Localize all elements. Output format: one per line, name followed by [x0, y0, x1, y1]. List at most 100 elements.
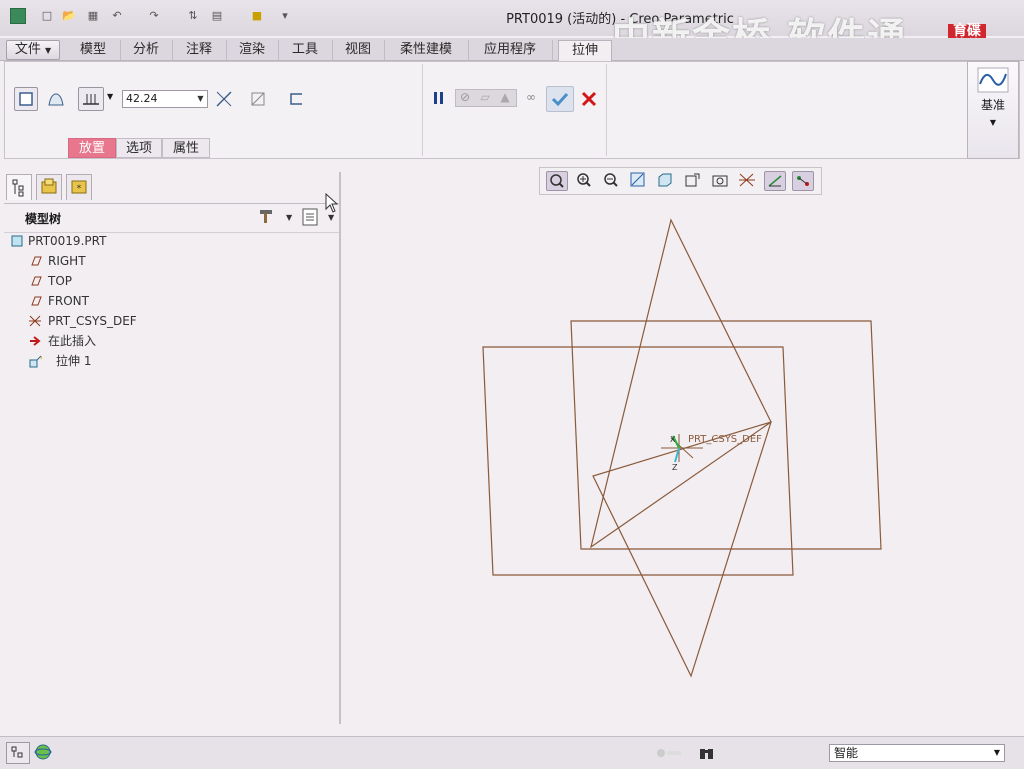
- zoom-in-button[interactable]: [574, 171, 596, 191]
- tree-item-right[interactable]: RIGHT: [28, 251, 86, 271]
- depth-option-button[interactable]: [78, 87, 104, 111]
- svg-text:*: *: [40, 355, 42, 363]
- remove-material-button[interactable]: [246, 87, 270, 111]
- chevron-down-icon[interactable]: ▼: [990, 745, 1004, 761]
- surface-icon: [48, 93, 64, 106]
- open-icon[interactable]: 📂: [60, 8, 78, 26]
- chevron-down-icon: ▼: [989, 118, 997, 127]
- extrude-feature-icon: *: [29, 355, 42, 368]
- new-icon[interactable]: □: [38, 8, 56, 26]
- tab-model[interactable]: 模型: [66, 40, 121, 60]
- repaint-button[interactable]: [628, 171, 650, 191]
- tree-item-csys[interactable]: PRT_CSYS_DEF: [28, 311, 137, 331]
- pause-button[interactable]: [432, 90, 446, 106]
- toggle-browser-button[interactable]: [32, 742, 56, 764]
- tree-item-label: PRT_CSYS_DEF: [48, 314, 137, 328]
- sub-tab-placement[interactable]: 放置: [68, 138, 116, 158]
- pause-icon: [434, 92, 443, 104]
- repaint-icon: [630, 172, 645, 187]
- sketch-display-button[interactable]: [764, 171, 786, 191]
- flip-direction-button[interactable]: [212, 87, 236, 111]
- chevron-down-icon[interactable]: ▼: [107, 92, 113, 101]
- datum-display-icon: [739, 173, 755, 187]
- spin-center-icon: [797, 176, 809, 186]
- datum-curve-icon: [977, 67, 1009, 93]
- csys-label: PRT_CSYS_DEF: [688, 434, 762, 445]
- sub-tab-properties[interactable]: 属性: [162, 138, 210, 158]
- zoom-in-icon: [577, 173, 591, 187]
- tab-annotate[interactable]: 注释: [172, 40, 227, 60]
- tree-item-part[interactable]: PRT0019.PRT: [8, 231, 106, 251]
- tab-tools[interactable]: 工具: [278, 40, 333, 60]
- file-menu[interactable]: 文件 ▼: [6, 40, 60, 60]
- refit-button[interactable]: [546, 171, 568, 191]
- regenerate-icon[interactable]: ⇅: [184, 8, 202, 26]
- solid-button[interactable]: [14, 87, 38, 111]
- binoculars-icon: [700, 749, 713, 759]
- geometry-preview-icon[interactable]: ▱: [476, 90, 494, 106]
- tab-analysis[interactable]: 分析: [120, 40, 173, 60]
- tree-settings-icon[interactable]: ▼: [258, 207, 293, 225]
- cancel-button[interactable]: [578, 88, 600, 110]
- display-style-button[interactable]: [655, 171, 677, 191]
- tree-item-top[interactable]: TOP: [28, 271, 72, 291]
- selection-filter-select[interactable]: 智能: [829, 744, 1005, 762]
- datum-display-button[interactable]: [737, 171, 759, 191]
- tab-view[interactable]: 视图: [332, 40, 385, 60]
- ribbon-separator: [606, 64, 607, 156]
- favorites-icon: *: [71, 180, 87, 194]
- feature-preview-icon[interactable]: ▲: [496, 90, 514, 106]
- close-icon: [581, 91, 597, 107]
- datum-group-button[interactable]: 基准 ▼: [967, 61, 1019, 159]
- remove-material-icon: [251, 92, 265, 106]
- panel-tab-model-tree[interactable]: [6, 174, 32, 200]
- close-window-icon[interactable]: ■: [248, 8, 266, 26]
- ribbon-separator: [422, 64, 423, 156]
- panel-tab-folder-browser[interactable]: [36, 174, 62, 200]
- customize-icon[interactable]: ▾: [276, 8, 294, 26]
- tab-flexible-modeling[interactable]: 柔性建模: [384, 40, 469, 60]
- zoom-out-icon: [604, 173, 618, 187]
- depth-dropdown-icon[interactable]: ▼: [194, 91, 207, 107]
- redo-icon[interactable]: ↷: [145, 8, 163, 26]
- file-menu-label: 文件: [14, 42, 41, 57]
- solid-icon: [19, 92, 33, 106]
- tree-item-insert-here[interactable]: 在此插入: [28, 331, 96, 351]
- folder-icon: [41, 178, 57, 194]
- toggle-navigator-button[interactable]: [6, 742, 30, 764]
- thicken-button[interactable]: [284, 87, 308, 111]
- csys-z-label: Z: [672, 463, 678, 472]
- undo-icon[interactable]: ↶: [108, 8, 126, 26]
- app-icon[interactable]: [10, 8, 26, 24]
- no-preview-icon[interactable]: ⊘: [457, 90, 473, 106]
- ok-button[interactable]: [546, 86, 574, 112]
- tree-icon: [12, 179, 24, 197]
- mouse-cursor-icon: [325, 193, 339, 213]
- tree-item-front[interactable]: FRONT: [28, 291, 89, 311]
- verify-mode-icon[interactable]: ∞: [520, 90, 542, 106]
- find-button[interactable]: [698, 744, 716, 762]
- checkmark-icon: [551, 92, 569, 107]
- camera-icon: [712, 175, 728, 187]
- view-manager-button[interactable]: [710, 171, 732, 191]
- graphics-area[interactable]: X Z PRT_CSYS_DEF: [345, 200, 1020, 730]
- coordinate-system-icon: [29, 315, 41, 327]
- zoom-out-button[interactable]: [601, 171, 623, 191]
- status-dots-icon: [657, 749, 681, 757]
- blind-depth-icon: [83, 94, 99, 105]
- csys-display-button[interactable]: [792, 171, 814, 191]
- tab-applications[interactable]: 应用程序: [468, 40, 553, 60]
- save-icon[interactable]: ▦: [84, 8, 102, 26]
- chevron-down-icon: ▼: [45, 46, 52, 55]
- surface-button[interactable]: [44, 87, 68, 111]
- svg-text:*: *: [77, 184, 82, 194]
- windows-icon[interactable]: ▤: [208, 8, 226, 26]
- tree-item-extrude[interactable]: * 拉伸 1: [28, 351, 91, 371]
- saved-views-button[interactable]: [683, 171, 705, 191]
- model-tree: PRT0019.PRT RIGHT TOP FRONT PRT_CSYS_DEF…: [8, 231, 328, 391]
- panel-tab-favorites[interactable]: *: [66, 174, 92, 200]
- tab-render[interactable]: 渲染: [226, 40, 279, 60]
- tab-extrude[interactable]: 拉伸: [558, 40, 612, 62]
- csys-x-label: X: [670, 435, 676, 444]
- sub-tab-options[interactable]: 选项: [116, 138, 162, 158]
